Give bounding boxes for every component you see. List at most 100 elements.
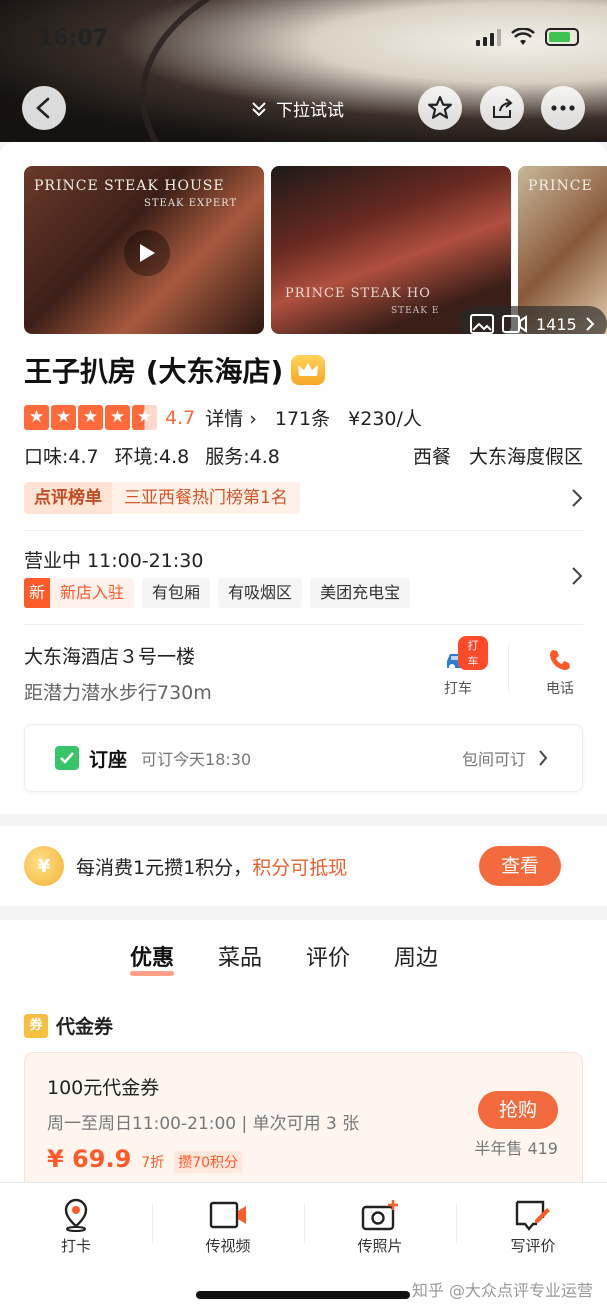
- coupon-points: 攒70积分: [174, 1151, 243, 1173]
- tab-reviews[interactable]: 评价: [306, 940, 350, 972]
- view-points-button[interactable]: 查看: [479, 846, 561, 886]
- rank-text: 三亚西餐热门榜第1名: [112, 482, 300, 514]
- coupon-section-title: 代金券: [56, 1016, 114, 1038]
- checkmark-icon: [55, 746, 79, 770]
- back-arrow-icon: [36, 97, 50, 119]
- private-room-available: 包间可订: [461, 750, 526, 769]
- avg-price: ¥230/人: [348, 408, 422, 430]
- star-rating-icon: ★ ★ ★ ★ ★: [24, 405, 157, 430]
- video-upload-icon: [209, 1201, 246, 1229]
- booking-card[interactable]: 订座 可订今天18:30 包间可订: [24, 724, 583, 792]
- deals-section: 优惠 菜品 评价 周边 券 代金券 100元代金券 周一至周日11:00-21:…: [0, 920, 607, 1192]
- video-icon: [502, 315, 527, 333]
- chevron-right-icon[interactable]: [571, 566, 583, 586]
- write-review-icon: [515, 1200, 550, 1231]
- coin-icon: ¥: [24, 846, 64, 886]
- checkin-button[interactable]: 打卡: [36, 1195, 116, 1256]
- coupon-section-header: 券 代金券: [24, 1012, 113, 1039]
- walking-distance: 距潜力潜水步行730m: [24, 682, 212, 704]
- upload-video-label: 传视频: [205, 1237, 251, 1255]
- checkin-label: 打卡: [60, 1237, 91, 1255]
- review-count[interactable]: 171条: [275, 404, 330, 431]
- detail-link[interactable]: 详情 ›: [205, 404, 257, 431]
- wifi-icon: [511, 28, 535, 45]
- coupon-rule: 周一至周日11:00-21:00 | 单次可用 3 张: [47, 1114, 360, 1134]
- points-banner: ¥ 每消费1元攒1积分，积分可抵现 查看: [0, 826, 607, 906]
- shop-name: 王子扒房 (大东海店): [24, 355, 284, 388]
- divider: [456, 1203, 457, 1243]
- more-button[interactable]: [541, 86, 585, 130]
- tag-power-bank: 美团充电宝: [310, 578, 411, 608]
- battery-icon: [545, 28, 579, 46]
- top-nav: 下拉试试: [0, 86, 607, 130]
- category-area: 西餐 大东海度假区: [413, 442, 583, 469]
- chevron-right-icon: [586, 317, 595, 331]
- pull-hint: 下拉试试: [250, 96, 344, 121]
- rank-tag: 点评榜单: [24, 482, 112, 514]
- back-button[interactable]: [22, 86, 66, 130]
- phone-icon: [550, 650, 570, 670]
- upload-photo-label: 传照片: [357, 1237, 403, 1255]
- photo-brand-text: PRINCE STEAK HO: [285, 286, 431, 301]
- favorite-button[interactable]: [418, 86, 462, 130]
- write-review-label: 写评价: [510, 1237, 556, 1255]
- section-tabs: 优惠 菜品 评价 周边: [130, 940, 438, 976]
- chevron-right-icon: [539, 750, 548, 766]
- rating-row: ★ ★ ★ ★ ★ 4.7 详情 › 171条 ¥230/人: [24, 404, 440, 431]
- booking-time: 可订今天18:30: [141, 750, 252, 769]
- divider: [24, 624, 583, 625]
- photo-brand-text: PRINCE: [528, 178, 593, 194]
- photo-video-thumbnail[interactable]: PRINCE STEAK HOUSE STEAK EXPERT: [24, 166, 264, 334]
- photo-brand-text: PRINCE STEAK HOUSE: [34, 178, 225, 194]
- shop-title: 王子扒房 (大东海店): [24, 350, 326, 390]
- buy-coupon-button[interactable]: 抢购: [478, 1091, 558, 1129]
- photo-count: 1415: [536, 314, 577, 334]
- taxi-badge: 打车: [458, 636, 488, 670]
- upload-video-button[interactable]: 传视频: [188, 1195, 268, 1256]
- share-icon: [493, 98, 513, 118]
- photo-gallery[interactable]: PRINCE STEAK HOUSE STEAK EXPERT PRINCE S…: [24, 166, 607, 334]
- share-button[interactable]: [480, 86, 524, 130]
- home-indicator[interactable]: [196, 1291, 410, 1299]
- shop-info-card: PRINCE STEAK HOUSE STEAK EXPERT PRINCE S…: [0, 142, 607, 814]
- environment-score: 环境:4.8: [114, 446, 190, 468]
- tab-dishes[interactable]: 菜品: [218, 940, 262, 972]
- coupon-price-row: ¥ 69.9 7折 攒70积分: [47, 1145, 243, 1173]
- divider: [152, 1203, 153, 1243]
- bottom-action-bar: 打卡 传视频 传照片 写评价 知乎 @大众点评专业运营: [0, 1182, 607, 1313]
- business-hours: 营业中 11:00-21:30: [24, 550, 204, 572]
- photo-count-badge[interactable]: 1415: [458, 306, 607, 334]
- category: 西餐: [412, 446, 451, 468]
- divider: [24, 530, 583, 531]
- divider: [508, 644, 509, 692]
- taxi-label: 打车: [444, 681, 472, 697]
- double-chevron-down-icon: [252, 101, 266, 116]
- image-icon: [470, 314, 494, 334]
- area: 大东海度假区: [468, 446, 583, 468]
- chevron-right-icon[interactable]: [571, 488, 583, 508]
- tab-deals[interactable]: 优惠: [130, 940, 175, 976]
- tab-nearby[interactable]: 周边: [394, 940, 438, 972]
- call-button[interactable]: 电话: [530, 642, 590, 698]
- play-icon[interactable]: [124, 230, 170, 276]
- pull-hint-text: 下拉试试: [276, 101, 344, 121]
- coupon-icon: 券: [24, 1013, 48, 1038]
- status-bar: 16:07: [0, 22, 607, 56]
- more-dots-icon: [551, 105, 575, 111]
- photo-brand-subtext: STEAK E: [391, 306, 440, 316]
- upload-photo-button[interactable]: 传照片: [340, 1195, 420, 1256]
- sub-scores: 口味:4.7 环境:4.8 服务:4.8: [24, 442, 280, 469]
- photo-brand-subtext: STEAK EXPERT: [144, 198, 238, 209]
- write-review-button[interactable]: 写评价: [493, 1195, 573, 1256]
- divider: [304, 1203, 305, 1243]
- status-time: 16:07: [38, 26, 109, 51]
- coupon-card[interactable]: 100元代金券 周一至周日11:00-21:00 | 单次可用 3 张 ¥ 69…: [24, 1052, 583, 1192]
- shop-address[interactable]: 大东海酒店３号一楼: [24, 642, 195, 669]
- tag-private-room: 有包厢: [142, 578, 211, 608]
- watermark: 知乎 @大众点评专业运营: [411, 1281, 593, 1300]
- booking-title: 订座: [89, 748, 128, 771]
- taxi-button[interactable]: 打车 打车: [428, 636, 488, 698]
- rating-score: 4.7: [165, 406, 196, 429]
- rank-badge[interactable]: 点评榜单 三亚西餐热门榜第1名: [24, 482, 300, 514]
- taste-score: 口味:4.7: [24, 446, 99, 468]
